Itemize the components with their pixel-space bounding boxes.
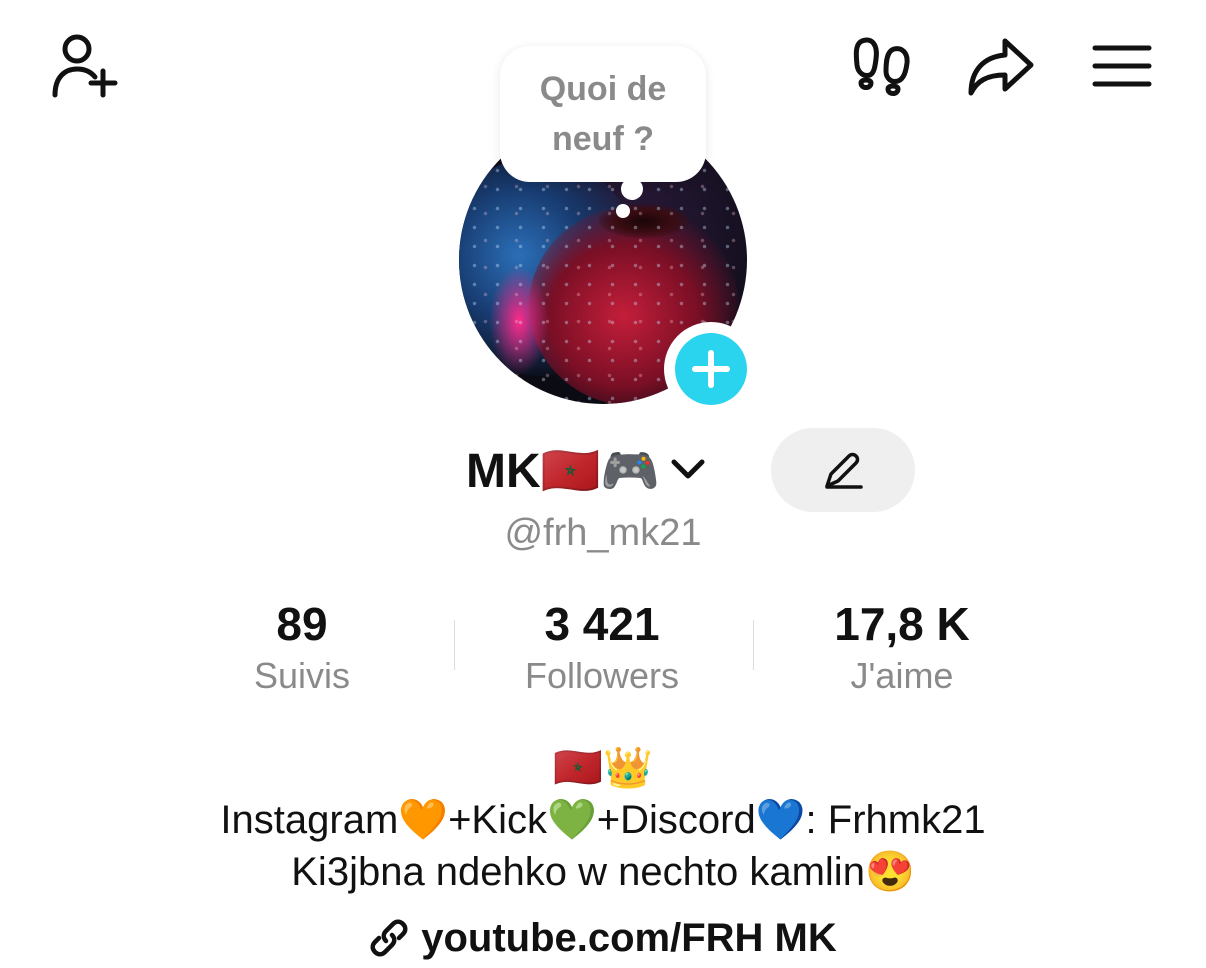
stat-likes[interactable]: 17,8 K J'aime xyxy=(752,596,1052,700)
pencil-icon xyxy=(825,452,863,489)
stat-following[interactable]: 89 Suivis xyxy=(152,596,452,700)
stat-following-value: 89 xyxy=(276,598,328,650)
profile-views-button[interactable] xyxy=(848,34,916,100)
profile-link-text: youtube.com/FRH MK xyxy=(421,915,837,960)
chevron-down-icon xyxy=(671,459,705,479)
link-icon xyxy=(370,919,408,957)
bio-line: Instagram🧡+Kick💚+Discord💙: Frhmk21 xyxy=(220,798,986,842)
bubble-tail-large xyxy=(621,178,643,200)
plus-icon xyxy=(692,350,730,388)
stat-following-label: Suivis xyxy=(253,655,351,696)
stat-likes-value: 17,8 K xyxy=(834,598,970,650)
profile-link[interactable]: youtube.com/FRH MK xyxy=(0,910,1206,966)
bio: 🇲🇦👑 Instagram🧡+Kick💚+Discord💙: Frhmk21 K… xyxy=(0,742,1206,898)
menu-button[interactable] xyxy=(1090,38,1154,94)
share-button[interactable] xyxy=(964,34,1038,100)
account-switcher[interactable]: MK🇲🇦🎮 xyxy=(466,438,708,502)
status-bubble[interactable]: Quoi de neuf ? xyxy=(500,46,706,182)
stat-followers-label: Followers xyxy=(524,655,680,696)
stat-followers-value: 3 421 xyxy=(544,598,660,650)
add-friend-button[interactable] xyxy=(44,30,124,102)
stat-likes-label: J'aime xyxy=(850,655,954,696)
display-name: MK🇲🇦🎮 xyxy=(466,444,661,498)
bio-line: Ki3jbna ndehko w nechto kamlin😍 xyxy=(291,850,915,894)
bio-line: 🇲🇦👑 xyxy=(553,746,653,790)
add-story-button[interactable] xyxy=(664,322,758,416)
bubble-tail-small xyxy=(616,204,630,218)
menu-icon xyxy=(1092,45,1152,87)
share-icon xyxy=(968,38,1034,96)
edit-profile-button[interactable] xyxy=(771,428,915,512)
footprints-icon xyxy=(853,37,910,96)
username: @frh_mk21 xyxy=(504,512,702,554)
stat-followers[interactable]: 3 421 Followers xyxy=(452,596,752,700)
add-friend-icon xyxy=(52,34,118,98)
status-bubble-text: Quoi de neuf ? xyxy=(539,70,667,158)
add-story-circle xyxy=(675,333,747,405)
